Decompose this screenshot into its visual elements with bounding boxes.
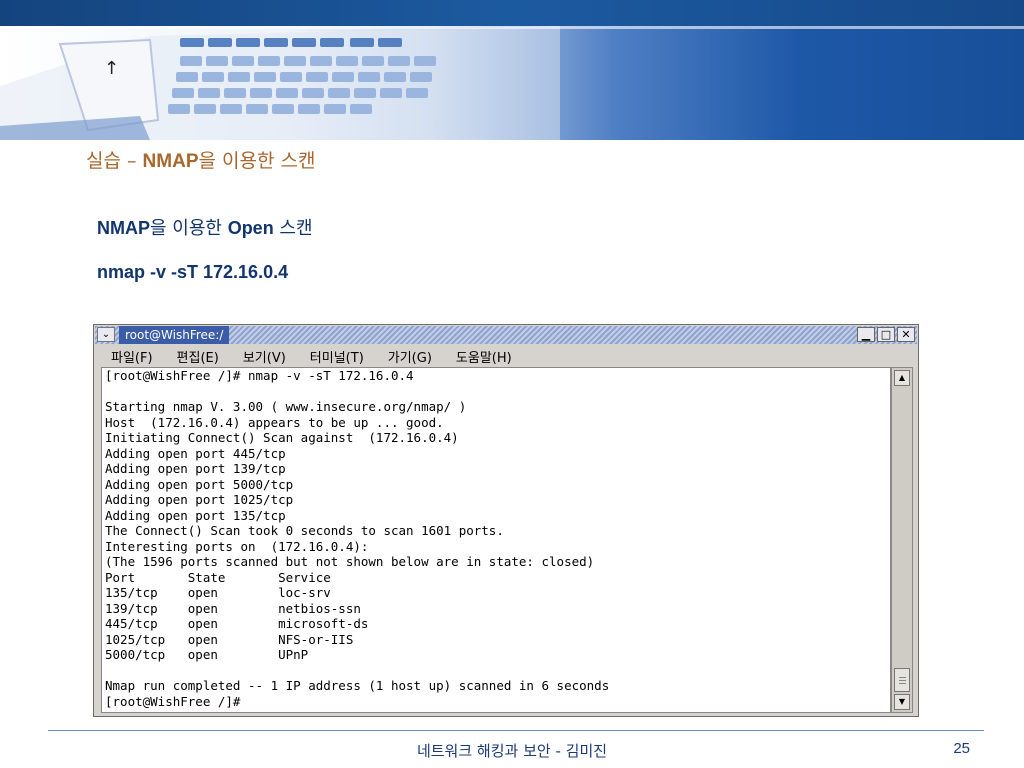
svg-text:↑: ↑: [104, 58, 119, 79]
window-menu-chevron-icon[interactable]: ⌄: [97, 327, 115, 342]
banner-divider: [0, 26, 1024, 29]
subtitle-open-scan: NMAP을 이용한 Open 스캔: [97, 218, 313, 239]
page-number: 25: [953, 740, 970, 757]
terminal-line: Interesting ports on (172.16.0.4):: [105, 538, 369, 554]
menu-terminal[interactable]: 터미널(T): [310, 347, 364, 366]
header-banner-keyboard-image: ↑: [0, 26, 1024, 140]
maximize-button[interactable]: □: [877, 327, 895, 342]
terminal-line: The Connect() Scan took 0 seconds to sca…: [105, 523, 504, 538]
nmap-command-text: nmap -v -sT 172.16.0.4: [97, 262, 289, 282]
window-titlebar[interactable]: ⌄ root@WishFree:/ ▁ □ ✕: [95, 326, 917, 344]
menu-view[interactable]: 보기(V): [243, 347, 286, 366]
terminal-lines: [root@WishFree /]# nmap -v -sT 172.16.0.…: [105, 368, 609, 709]
top-blue-bar: [0, 0, 1024, 26]
footer-text: 네트워크 해킹과 보안 - 김미진: [416, 742, 608, 760]
menu-edit[interactable]: 편집(E): [177, 347, 219, 366]
scroll-up-arrow-icon[interactable]: ▲: [894, 370, 910, 386]
terminal-line: Adding open port 1025/tcp: [105, 492, 294, 507]
terminal-line: 445/tcp open microsoft-ds: [105, 616, 369, 631]
footer-divider: [48, 730, 984, 731]
close-button[interactable]: ✕: [897, 327, 915, 342]
window-title: root@WishFree:/: [119, 326, 230, 344]
slide-title: 실습 – NMAP을 이용한 스캔: [86, 150, 316, 172]
menu-go[interactable]: 가기(G): [388, 347, 432, 366]
terminal-line: Initiating Connect() Scan against (172.1…: [105, 430, 459, 445]
menu-help[interactable]: 도움말(H): [456, 347, 512, 366]
terminal-line: [root@WishFree /]#: [105, 693, 241, 709]
terminal-line: Adding open port 139/tcp: [105, 461, 286, 476]
menu-file[interactable]: 파일(F): [111, 347, 153, 366]
keyboard-illustration-icon: ↑: [0, 26, 560, 140]
terminal-window: ⌄ root@WishFree:/ ▁ □ ✕ 파일(F) 편집(E) 보기(V…: [93, 324, 919, 717]
terminal-line: Starting nmap V. 3.00 ( www.insecure.org…: [105, 399, 467, 414]
terminal-line: Adding open port 135/tcp: [105, 507, 286, 523]
terminal-line: 135/tcp open loc-srv: [105, 585, 331, 600]
terminal-line: (The 1596 ports scanned but not shown be…: [105, 554, 595, 569]
terminal-line: Adding open port 445/tcp: [105, 445, 286, 461]
terminal-line: 1025/tcp open NFS-or-IIS: [105, 631, 354, 647]
terminal-line: Port State Service: [105, 569, 331, 585]
terminal-line: Nmap run completed -- 1 IP address (1 ho…: [105, 678, 610, 693]
scroll-thumb[interactable]: [894, 668, 910, 692]
terminal-line: 5000/tcp open UPnP: [105, 647, 309, 662]
scroll-down-arrow-icon[interactable]: ▼: [894, 694, 910, 710]
terminal-line: Adding open port 5000/tcp: [105, 476, 294, 492]
terminal-output[interactable]: [root@WishFree /]# nmap -v -sT 172.16.0.…: [101, 367, 891, 713]
terminal-scrollbar[interactable]: ▲ ▼: [891, 367, 913, 713]
terminal-line: Host (172.16.0.4) appears to be up ... g…: [105, 414, 444, 430]
terminal-line: 139/tcp open netbios-ssn: [105, 600, 361, 616]
minimize-button[interactable]: ▁: [857, 327, 875, 342]
menu-bar: 파일(F) 편집(E) 보기(V) 터미널(T) 가기(G) 도움말(H): [95, 345, 917, 367]
terminal-line: [root@WishFree /]# nmap -v -sT 172.16.0.…: [105, 368, 414, 383]
